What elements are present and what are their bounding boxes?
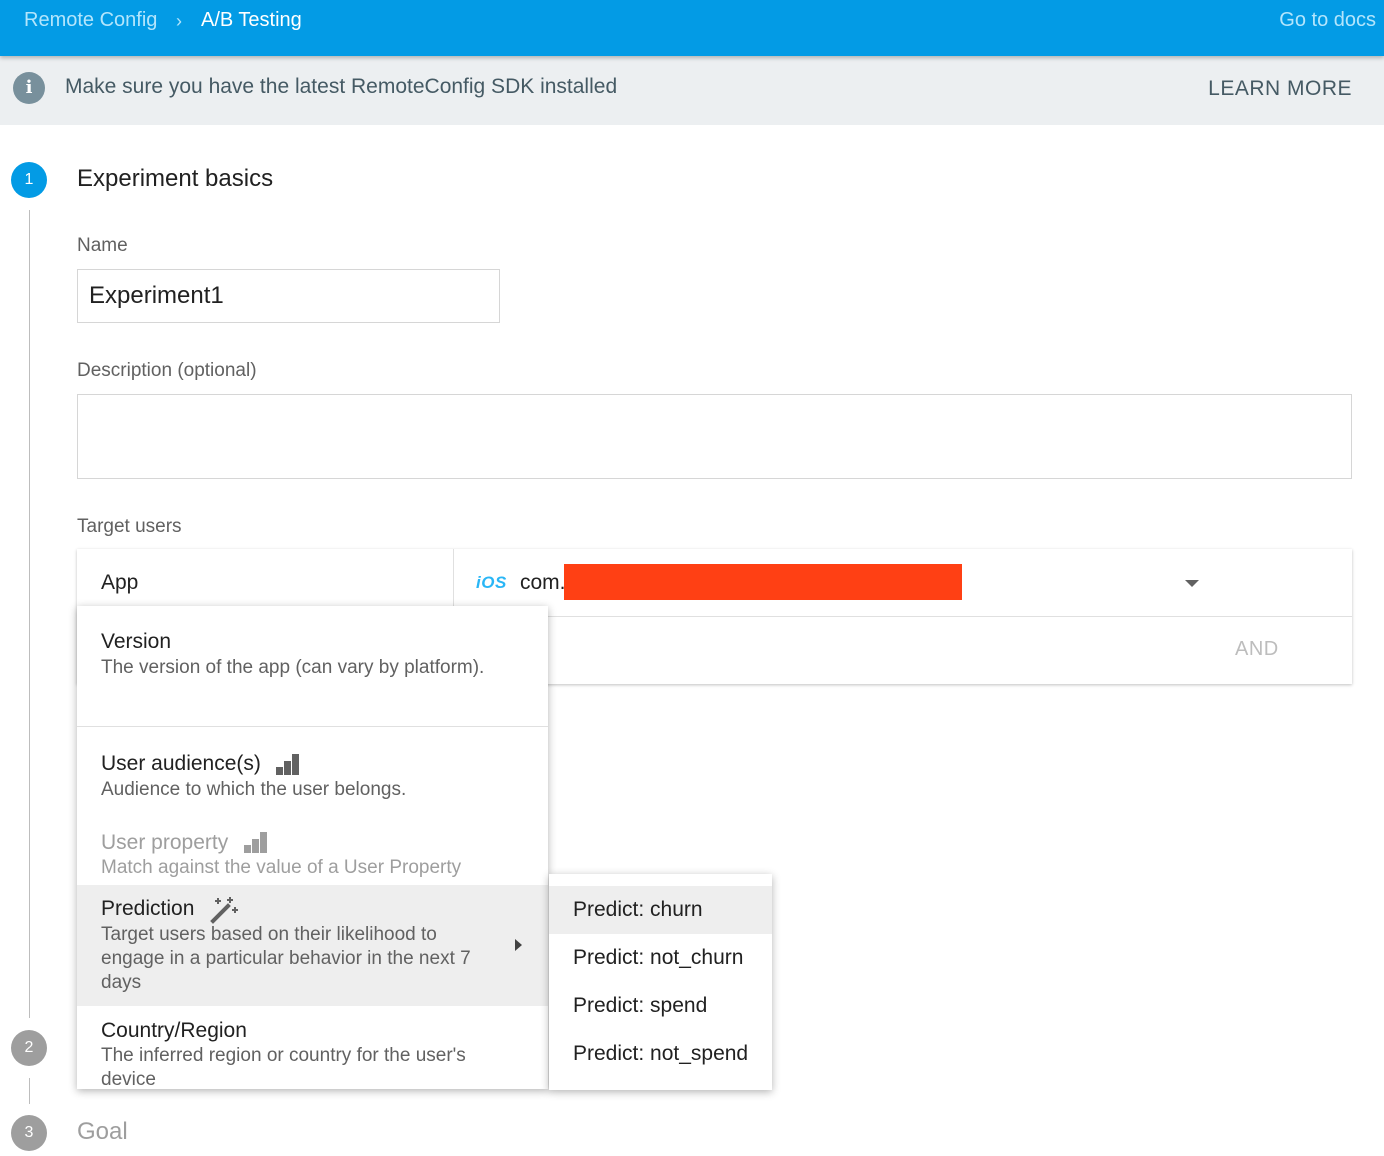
learn-more-button[interactable]: LEARN MORE [1208,77,1352,101]
step-connector [29,1078,30,1104]
go-to-docs-link[interactable]: Go to docs [1279,7,1376,33]
step-connector [29,210,30,1018]
magic-wand-icon [210,897,238,924]
banner-message: Make sure you have the latest RemoteConf… [65,75,618,98]
submenu-item-label: Predict: churn [573,898,703,921]
prediction-submenu: Predict: churn Predict: not_churn Predic… [549,874,772,1090]
app-condition-label[interactable]: App [101,571,138,595]
menu-item-description: Audience to which the user belongs. [101,779,407,800]
breadcrumb-ab-testing: A/B Testing [201,9,302,31]
submenu-item-predict-not-churn[interactable]: Predict: not_churn [549,934,772,982]
menu-item-version[interactable]: Version The version of the app (can vary… [77,606,548,726]
step-3-title[interactable]: Goal [77,1118,128,1146]
analytics-bars-icon [244,831,268,853]
description-input[interactable] [77,394,1352,479]
breadcrumb-remote-config[interactable]: Remote Config [24,7,157,33]
dropdown-arrow-icon[interactable] [1185,580,1199,587]
submenu-item-label: Predict: not_churn [573,946,744,969]
menu-item-description: The version of the app (can vary by plat… [101,657,485,678]
app-select-value[interactable]: com. [520,571,566,595]
step-1-indicator: 1 [11,162,47,198]
menu-item-description: The inferred region or country for the u… [101,1045,466,1089]
experiment-name-input[interactable] [77,269,500,323]
and-button[interactable]: AND [1235,638,1279,661]
step-1-title: Experiment basics [77,165,274,192]
submenu-item-predict-spend[interactable]: Predict: spend [549,982,772,1030]
redacted-app-id [564,564,962,600]
target-users-label: Target users [77,516,182,537]
submenu-item-label: Predict: not_spend [573,1042,749,1065]
ios-platform-icon: iOS [476,573,507,592]
menu-item-title: User audience(s) [101,752,261,775]
menu-item-title: Country/Region [101,1019,247,1042]
step-3-indicator[interactable]: 3 [11,1115,47,1151]
submenu-item-label: Predict: spend [573,994,708,1017]
step-2-indicator[interactable]: 2 [11,1030,47,1066]
sdk-info-banner: i Make sure you have the latest RemoteCo… [0,56,1384,125]
menu-item-description: Target users based on their likelihood t… [101,924,471,993]
menu-item-title: Version [101,630,172,653]
menu-item-country-region[interactable]: Country/Region The inferred region or co… [77,1006,548,1089]
menu-item-title: Prediction [101,897,195,920]
menu-item-user-audience[interactable]: User audience(s) Audience to which the u… [77,727,548,811]
breadcrumb-separator-icon: › [176,11,182,31]
menu-item-description: Match against the value of a User Proper… [101,857,462,878]
submenu-arrow-icon [515,939,522,951]
submenu-item-predict-churn[interactable]: Predict: churn [549,886,772,934]
condition-type-menu: Version The version of the app (can vary… [77,606,548,1089]
analytics-bars-icon [276,753,300,775]
menu-item-title: User property [101,831,229,854]
description-label: Description (optional) [77,360,257,381]
name-label: Name [77,235,128,256]
menu-item-user-property: User property Match against the value of… [77,811,548,885]
top-app-bar: Remote Config › A/B Testing Go to docs [0,0,1384,56]
menu-item-prediction[interactable]: Prediction Target users based on their l… [77,885,548,1006]
info-icon: i [13,72,45,104]
submenu-item-predict-not-spend[interactable]: Predict: not_spend [549,1030,772,1078]
